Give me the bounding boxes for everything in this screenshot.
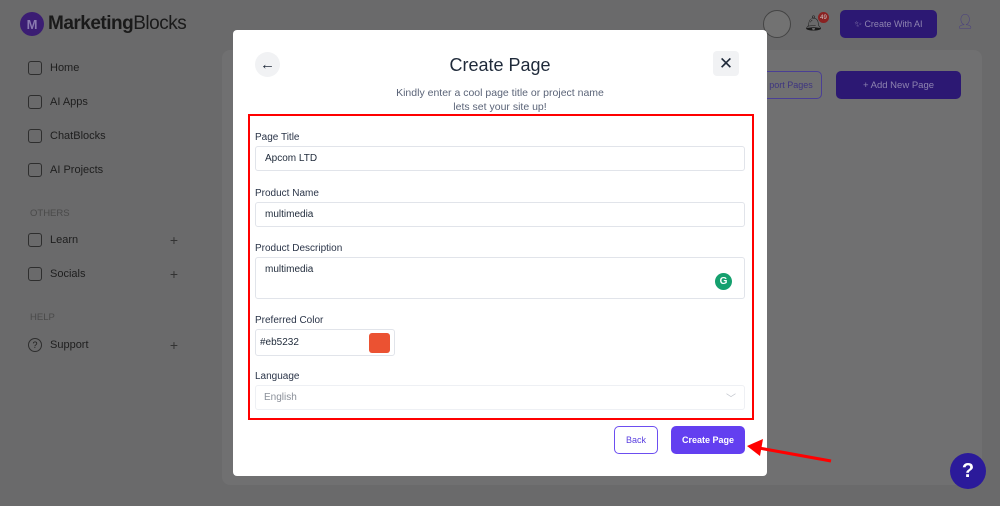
logo-icon: M xyxy=(20,12,44,36)
language-value: English xyxy=(264,392,297,403)
book-icon xyxy=(28,233,42,247)
product-name-input[interactable]: multimedia xyxy=(255,202,745,227)
red-arrow-annotation xyxy=(747,439,832,463)
sidebar-item-label: Learn xyxy=(50,234,79,246)
color-swatch[interactable] xyxy=(369,333,390,353)
sidebar-item-socials[interactable]: Socials + xyxy=(28,266,178,282)
section-others: OTHERS xyxy=(30,208,70,219)
sidebar-item-label: Support xyxy=(50,339,89,351)
notification-badge: 49 xyxy=(818,12,829,23)
language-label: Language xyxy=(255,371,300,382)
user-avatar-icon[interactable]: 👤︎ xyxy=(955,13,975,35)
section-help: HELP xyxy=(30,312,55,323)
import-pages-button[interactable]: port Pages xyxy=(760,71,822,99)
back-button[interactable]: Back xyxy=(614,426,658,454)
page-title-label: Page Title xyxy=(255,132,300,143)
magic-wand-icon: ✨︎ xyxy=(854,18,865,29)
create-with-ai-button[interactable]: ✨︎ Create With AI xyxy=(840,10,937,38)
preferred-color-label: Preferred Color xyxy=(255,315,324,326)
expand-plus-icon[interactable]: + xyxy=(170,337,178,353)
brand-logo[interactable]: M MarketingBlocks xyxy=(20,12,187,36)
expand-plus-icon[interactable]: + xyxy=(170,266,178,282)
add-new-page-button[interactable]: + Add New Page xyxy=(836,71,961,99)
brand-name: MarketingBlocks xyxy=(48,13,187,35)
sidebar-item-ai-apps[interactable]: AI Apps xyxy=(28,95,178,109)
grid-icon xyxy=(28,95,42,109)
modal-subtitle: Kindly enter a cool page title or projec… xyxy=(233,86,767,114)
product-description-textarea[interactable]: multimedia G xyxy=(255,257,745,299)
create-page-button[interactable]: Create Page xyxy=(671,426,745,454)
chevron-down-icon: ﹀ xyxy=(726,394,736,405)
medal-icon[interactable] xyxy=(763,10,791,38)
expand-plus-icon[interactable]: + xyxy=(170,232,178,248)
grammarly-icon[interactable]: G xyxy=(715,273,732,290)
product-description-label: Product Description xyxy=(255,243,343,254)
language-select[interactable]: English ﹀ xyxy=(255,385,745,410)
sidebar-item-label: AI Projects xyxy=(50,164,104,176)
home-icon xyxy=(28,61,42,75)
sidebar-item-label: ChatBlocks xyxy=(50,130,106,142)
product-description-value: multimedia xyxy=(265,264,314,275)
brand-light: Blocks xyxy=(133,13,187,34)
sidebar-item-home[interactable]: Home xyxy=(28,61,178,75)
sidebar-item-ai-projects[interactable]: AI Projects xyxy=(28,163,178,177)
close-button[interactable]: ✕ xyxy=(713,51,739,76)
chat-icon xyxy=(28,129,42,143)
arrow-shaft xyxy=(758,446,832,463)
sidebar-item-label: AI Apps xyxy=(50,96,88,108)
sidebar-item-learn[interactable]: Learn + xyxy=(28,232,178,248)
page-title-input[interactable]: Apcom LTD xyxy=(255,146,745,171)
create-with-ai-label: Create With AI xyxy=(864,19,923,29)
close-icon: ✕ xyxy=(718,53,734,73)
sidebar-item-chatblocks[interactable]: ChatBlocks xyxy=(28,129,178,143)
subtitle-line-2: lets set your site up! xyxy=(453,101,547,113)
question-circle-icon: ? xyxy=(28,338,42,352)
brand-bold: Marketing xyxy=(48,13,134,34)
sidebar-item-label: Home xyxy=(50,62,80,74)
preferred-color-input[interactable]: #eb5232 xyxy=(255,329,395,356)
sidebar-item-support[interactable]: ? Support + xyxy=(28,337,178,353)
arrow-head xyxy=(747,439,763,456)
create-page-modal: ← Create Page ✕ Kindly enter a cool page… xyxy=(233,30,767,476)
users-icon xyxy=(28,267,42,281)
sidebar-item-label: Socials xyxy=(50,268,86,280)
product-name-label: Product Name xyxy=(255,188,319,199)
subtitle-line-1: Kindly enter a cool page title or projec… xyxy=(396,87,604,99)
modal-title: Create Page xyxy=(449,55,551,75)
folder-icon xyxy=(28,163,42,177)
color-hex-value: #eb5232 xyxy=(260,337,299,348)
help-button[interactable]: ? xyxy=(950,453,986,489)
